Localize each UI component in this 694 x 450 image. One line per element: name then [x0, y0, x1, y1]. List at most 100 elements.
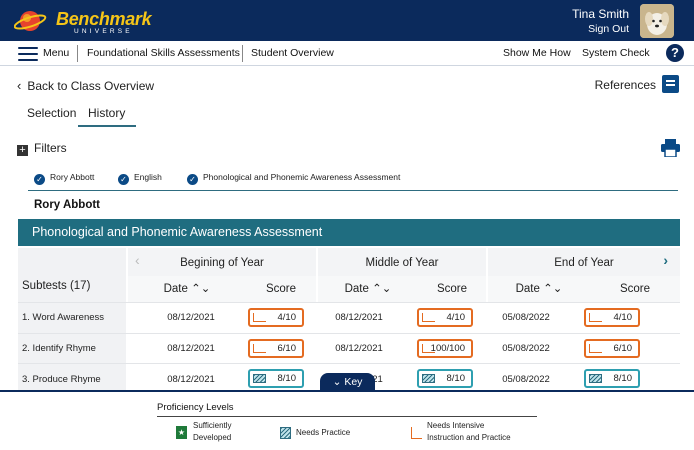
date-sort-header[interactable]: Date ⌃⌄	[488, 276, 590, 302]
score-header: Score	[418, 276, 486, 302]
filters-label: Filters	[34, 141, 67, 155]
assessment-date: 08/12/2021	[167, 374, 215, 385]
score-value: 100/100	[430, 343, 465, 354]
chevron-left-icon: ‹	[17, 78, 22, 93]
period-header-boy: Begining of Year	[128, 248, 316, 276]
score-badge[interactable]: 100/100	[417, 339, 473, 358]
sort-icon: ⌃⌄	[543, 283, 563, 295]
period-header-moy: Middle of Year	[318, 248, 486, 276]
nav-foundational-skills[interactable]: Foundational Skills Assessments	[87, 47, 240, 59]
filters-toggle[interactable]: + Filters	[17, 141, 67, 156]
legend-line: Needs Practice	[296, 428, 351, 437]
chip-label: Rory Abbott	[50, 172, 95, 182]
nav-divider	[77, 45, 78, 62]
star-icon: ★	[176, 426, 187, 439]
legend-needs-intensive: Needs Intensive Instruction and Practice	[427, 420, 511, 444]
references-icon[interactable]	[662, 75, 679, 93]
needs-intensive-icon	[589, 344, 602, 353]
benchmark-universe-logo[interactable]: Benchmark UNIVERSE	[14, 7, 164, 35]
needs-practice-icon	[280, 427, 291, 439]
key-toggle-button[interactable]: ⌄ Key	[320, 373, 375, 391]
dog-avatar-icon	[640, 4, 674, 38]
back-to-class-overview[interactable]: ‹ Back to Class Overview	[17, 78, 154, 93]
assessment-date: 05/08/2022	[502, 312, 550, 323]
subtest-name: 1. Word Awareness	[22, 312, 105, 323]
score-badge[interactable]: 4/10	[248, 308, 304, 327]
top-header: Benchmark UNIVERSE Tina Smith Sign Out	[0, 0, 694, 41]
avatar[interactable]	[640, 4, 674, 38]
score-badge[interactable]: 6/10	[248, 339, 304, 358]
needs-intensive-icon	[253, 313, 266, 322]
print-icon[interactable]	[661, 139, 680, 157]
score-header: Score	[590, 276, 680, 302]
date-sort-header[interactable]: Date ⌃⌄	[318, 276, 418, 302]
planet-logo-icon	[14, 11, 47, 31]
menu-button[interactable]: Menu	[43, 47, 69, 59]
needs-intensive-icon	[411, 427, 422, 439]
assessment-date: 08/12/2021	[335, 312, 383, 323]
score-badge[interactable]: 6/10	[584, 339, 640, 358]
score-value: 8/10	[446, 373, 466, 384]
score-value: 8/10	[613, 373, 633, 384]
history-table: Begining of Year Middle of Year End of Y…	[18, 248, 680, 390]
tab-history[interactable]: History	[88, 106, 125, 120]
score-badge[interactable]: 8/10	[248, 369, 304, 388]
score-value: 4/10	[446, 312, 466, 323]
needs-practice-icon	[589, 374, 602, 383]
check-circle-icon: ✓	[118, 174, 129, 185]
legend-line: Needs Intensive	[427, 421, 485, 430]
plus-icon: +	[17, 145, 28, 156]
filter-chip-student[interactable]: ✓ Rory Abbott	[34, 172, 94, 185]
proficiency-key-panel: Proficiency Levels ★ Sufficiently Develo…	[0, 390, 694, 450]
date-label: Date	[344, 283, 369, 295]
nav-bar: Menu Foundational Skills Assessments Stu…	[0, 41, 694, 66]
legend-line: Instruction and Practice	[427, 433, 511, 442]
references-link[interactable]: References	[595, 78, 656, 92]
chip-label: Phonological and Phonemic Awareness Asse…	[203, 172, 401, 182]
needs-practice-icon	[422, 374, 435, 383]
date-label: Date	[515, 283, 540, 295]
row-divider	[18, 333, 680, 334]
proficiency-levels-title: Proficiency Levels	[157, 402, 234, 413]
legend-sufficiently-developed: Sufficiently Developed	[193, 420, 232, 444]
user-name: Tina Smith	[572, 7, 629, 21]
chip-label: English	[134, 172, 162, 182]
student-name: Rory Abbott	[34, 199, 101, 211]
chevron-right-icon[interactable]: ›	[663, 252, 668, 268]
legend-line: Developed	[193, 433, 232, 442]
filter-chip-assessment[interactable]: ✓ Phonological and Phonemic Awareness Ass…	[187, 172, 400, 185]
sign-out-link[interactable]: Sign Out	[588, 23, 629, 35]
hamburger-menu-icon[interactable]	[18, 47, 38, 61]
score-badge[interactable]: 4/10	[417, 308, 473, 327]
score-value: 8/10	[277, 373, 297, 384]
filter-chip-language[interactable]: ✓ English	[118, 172, 162, 185]
needs-intensive-icon	[422, 344, 435, 353]
sort-icon: ⌃⌄	[372, 283, 392, 295]
back-label: Back to Class Overview	[27, 79, 155, 93]
score-value: 6/10	[277, 343, 297, 354]
needs-intensive-icon	[253, 344, 266, 353]
tab-selection[interactable]: Selection	[27, 106, 76, 120]
assessment-date: 08/12/2021	[167, 312, 215, 323]
nav-student-overview[interactable]: Student Overview	[251, 47, 334, 59]
chevron-left-icon[interactable]: ‹	[135, 252, 140, 268]
system-check-link[interactable]: System Check	[582, 47, 650, 59]
score-badge[interactable]: 4/10	[584, 308, 640, 327]
show-me-how-link[interactable]: Show Me How	[503, 47, 571, 59]
score-value: 4/10	[277, 312, 297, 323]
assessment-date: 08/12/2021	[335, 343, 383, 354]
score-badge[interactable]: 8/10	[417, 369, 473, 388]
date-sort-header[interactable]: Date ⌃⌄	[128, 276, 246, 302]
help-icon[interactable]: ?	[666, 44, 684, 62]
period-header-eoy: End of Year	[488, 248, 680, 276]
key-label: Key	[344, 376, 363, 388]
sort-icon: ⌃⌄	[191, 283, 211, 295]
logo-wordmark: Benchmark	[56, 9, 152, 29]
assessment-date: 05/08/2022	[502, 374, 550, 385]
row-divider	[18, 302, 680, 303]
subtests-header: Subtests (17)	[22, 280, 91, 292]
score-badge[interactable]: 8/10	[584, 369, 640, 388]
needs-intensive-icon	[589, 313, 602, 322]
score-value: 6/10	[613, 343, 633, 354]
needs-practice-icon	[253, 374, 266, 383]
